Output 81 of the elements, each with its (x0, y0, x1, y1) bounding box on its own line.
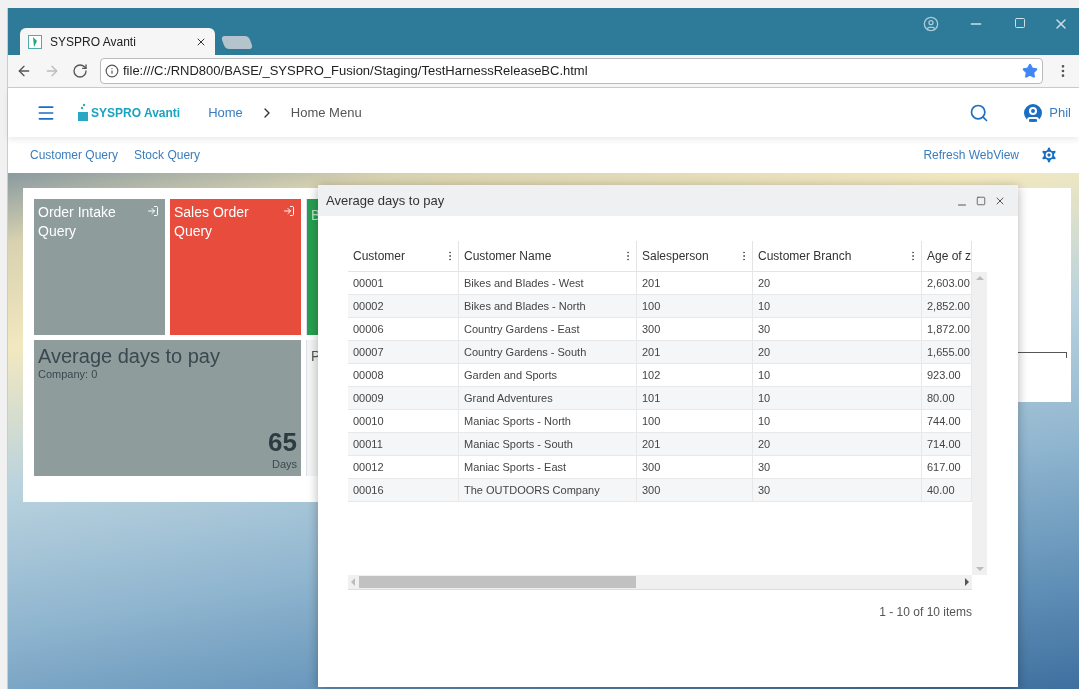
logo-text: SYSPRO Avanti (91, 104, 181, 122)
table-cell: 00010 (348, 410, 459, 432)
vertical-scrollbar[interactable] (972, 272, 987, 575)
open-icon (283, 205, 295, 217)
table-cell: 30 (753, 456, 922, 478)
column-header[interactable]: Age of z (922, 241, 972, 271)
table-cell: 20 (753, 272, 922, 294)
table-cell: 30 (753, 318, 922, 340)
column-header[interactable]: Salesperson (637, 241, 753, 271)
table-cell: 00008 (348, 364, 459, 386)
nav-link[interactable]: Stock Query (134, 146, 201, 164)
table-cell: 20 (753, 341, 922, 363)
column-header[interactable]: Customer Branch (753, 241, 922, 271)
open-icon (147, 205, 159, 217)
breadcrumb[interactable]: Home (208, 102, 243, 123)
table-cell: 10 (753, 295, 922, 317)
table-cell: 00009 (348, 387, 459, 409)
pager-info: 1 - 10 of 10 items (879, 604, 972, 621)
table-cell: Country Gardens - South (459, 341, 637, 363)
tab-title: SYSPRO Avanti (50, 33, 137, 51)
table-cell: 00006 (348, 318, 459, 340)
table-cell: Garden and Sports (459, 364, 637, 386)
tile-title: Order Intake Query (38, 203, 117, 241)
horizontal-scrollbar[interactable] (348, 575, 972, 590)
table-cell: 102 (637, 364, 753, 386)
maximize-icon[interactable] (976, 195, 986, 206)
app-favicon-icon (28, 34, 42, 49)
settings-icon[interactable] (1039, 145, 1059, 165)
table-cell: 10 (753, 364, 922, 386)
table-cell: 30 (753, 479, 922, 501)
info-icon (105, 64, 119, 78)
refresh-link[interactable]: Refresh WebView (923, 146, 1019, 164)
table-cell: 20 (753, 433, 922, 455)
table-cell: Bikes and Blades - West (459, 272, 637, 294)
query-tile[interactable]: Sales Order Query (170, 199, 301, 335)
table-cell: 300 (637, 479, 753, 501)
kpi-tile[interactable]: Average days to pay Company: 0 65 Days (34, 340, 301, 476)
tile-subtitle: Company: 0 (38, 368, 99, 380)
table-cell: 00016 (348, 479, 459, 501)
table-cell: Bikes and Blades - North (459, 295, 637, 317)
table-cell: 101 (637, 387, 753, 409)
table-cell: 00001 (348, 272, 459, 294)
table-cell: 00007 (348, 341, 459, 363)
table-cell: The OUTDOORS Company (459, 479, 637, 501)
table-cell: Grand Adventures (459, 387, 637, 409)
breadcrumb[interactable]: Home Menu (290, 102, 362, 123)
tile-title: Sales Order Query (174, 203, 250, 241)
tile-title: Average days to pay (38, 344, 221, 368)
table-cell: 00011 (348, 433, 459, 455)
new-tab-button[interactable] (220, 36, 254, 49)
user-name[interactable]: Phil (1049, 102, 1071, 123)
table-cell: 201 (637, 341, 753, 363)
table-cell: 100 (637, 295, 753, 317)
kpi-unit: Days (271, 456, 297, 472)
table-cell: Maniac Sports - South (459, 433, 637, 455)
table-cell: Country Gardens - East (459, 318, 637, 340)
table-cell: 00012 (348, 456, 459, 478)
nav-link[interactable]: Customer Query (30, 146, 119, 164)
reload-icon[interactable] (72, 63, 88, 79)
table-cell: 10 (753, 387, 922, 409)
table-cell: Maniac Sports - North (459, 410, 637, 432)
profile-icon[interactable] (923, 16, 939, 32)
back-icon[interactable] (16, 63, 32, 79)
browser-tab[interactable]: SYSPRO Avanti (20, 28, 215, 55)
table-cell: 300 (637, 456, 753, 478)
address-text: file:///C:/RND800/BASE/_SYSPRO_Fusion/Staging/TestHarnessReleaseBC.html (123, 62, 589, 81)
table-cell: 10 (753, 410, 922, 432)
column-header[interactable]: Customer Name (459, 241, 637, 271)
table-cell: 300 (637, 318, 753, 340)
search-icon[interactable] (969, 102, 990, 123)
address-bar[interactable]: file:///C:/RND800/BASE/_SYSPRO_Fusion/Staging/TestHarnessReleaseBC.html (100, 58, 1043, 84)
dialog-title: Average days to pay (326, 191, 446, 210)
table-cell: 00002 (348, 295, 459, 317)
table-cell: 100 (637, 410, 753, 432)
table-cell: 201 (637, 433, 753, 455)
table-cell: Maniac Sports - East (459, 456, 637, 478)
logo-icon (76, 102, 90, 123)
bookmark-star-icon[interactable] (1022, 63, 1038, 79)
table-cell: 201 (637, 272, 753, 294)
kpi-value: 65 (268, 427, 297, 456)
column-header[interactable]: Customer (348, 241, 459, 271)
